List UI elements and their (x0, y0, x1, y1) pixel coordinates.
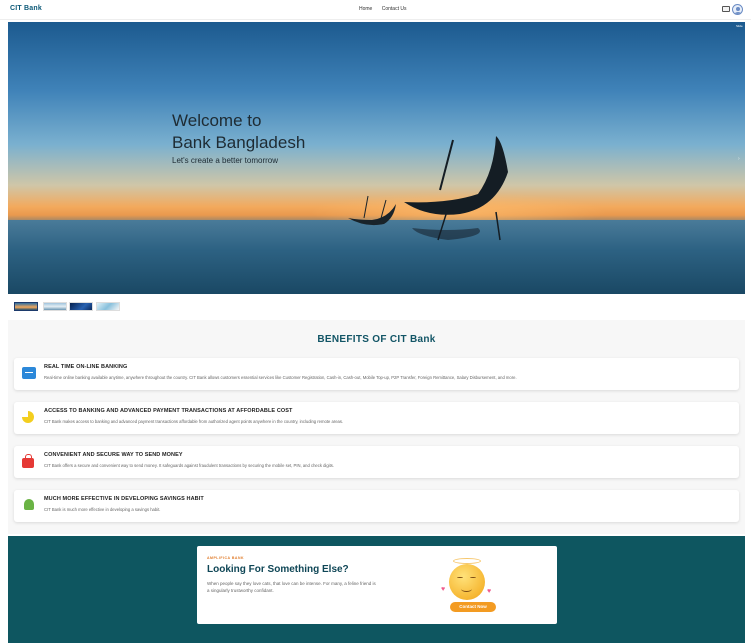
benefits-title: BENEFITS OF CIT Bank (317, 334, 436, 345)
benefit-title: MUCH MORE EFFECTIVE IN DEVELOPING SAVING… (44, 496, 204, 502)
user-avatar-icon[interactable] (732, 4, 743, 15)
contact-kicker: AMPLIFICA BANK (207, 556, 245, 560)
smiling-face-icon (449, 564, 485, 600)
contact-title: Looking For Something Else? (207, 564, 349, 575)
thumbnail-bank[interactable] (43, 302, 67, 311)
boat-illustration (348, 136, 508, 241)
contact-now-button[interactable]: Contact Now (450, 602, 496, 612)
thumbnail-sunset[interactable] (14, 302, 38, 311)
hero-corner-label: Slide (736, 24, 743, 28)
nav-links: Home Contact Us (359, 6, 414, 12)
contact-section: AMPLIFICA BANK Looking For Something Els… (8, 536, 745, 643)
benefit-description: Real-time online banking available anyti… (44, 375, 517, 380)
hero-carousel[interactable]: Welcome to Bank Bangladesh Let's create … (8, 22, 745, 294)
contact-card: AMPLIFICA BANK Looking For Something Els… (197, 546, 557, 624)
pie-chart-icon (22, 411, 34, 423)
hero-subtitle: Let's create a better tomorrow (172, 156, 279, 165)
emoji-mouth (461, 586, 472, 592)
benefit-title: CONVENIENT AND SECURE WAY TO SEND MONEY (44, 452, 183, 458)
benefit-card: CONVENIENT AND SECURE WAY TO SEND MONEY … (14, 446, 739, 478)
benefit-card: ACCESS TO BANKING AND ADVANCED PAYMENT T… (14, 402, 739, 434)
navbar: CIT Bank Home Contact Us (0, 0, 751, 20)
benefit-description: CIT Bank offers a secure and convenient … (44, 463, 335, 468)
android-icon (24, 499, 34, 510)
carousel-next-icon[interactable]: › (738, 156, 740, 162)
benefit-description: CIT Bank makes access to banking and adv… (44, 419, 344, 424)
thumbnail-digital[interactable] (69, 302, 93, 311)
lock-icon (22, 454, 34, 468)
benefit-title: ACCESS TO BANKING AND ADVANCED PAYMENT T… (44, 408, 293, 414)
nav-link-home[interactable]: Home (359, 6, 372, 12)
benefit-card: REAL TIME ON-LINE BANKING Real-time onli… (14, 358, 739, 390)
benefit-card: MUCH MORE EFFECTIVE IN DEVELOPING SAVING… (14, 490, 739, 522)
brand-logo[interactable]: CIT Bank (10, 5, 42, 12)
emoji-eye (457, 577, 463, 579)
benefit-description: CIT Bank is much more effective in devel… (44, 507, 161, 512)
mail-icon[interactable] (722, 6, 730, 12)
contact-text: When people say they love cats, that lov… (207, 581, 376, 593)
thumbnail-network[interactable] (96, 302, 120, 311)
emoji-eye (470, 577, 476, 579)
nav-link-contact[interactable]: Contact Us (382, 6, 407, 12)
benefit-title: REAL TIME ON-LINE BANKING (44, 364, 128, 370)
hero-title: Welcome to Bank Bangladesh (172, 111, 306, 152)
heart-icon: ♥ (441, 586, 446, 593)
banking-card-icon (22, 367, 36, 379)
heart-icon: ♥ (487, 588, 492, 595)
benefits-section: BENEFITS OF CIT Bank REAL TIME ON-LINE B… (8, 320, 745, 534)
carousel-indicators (371, 286, 395, 294)
